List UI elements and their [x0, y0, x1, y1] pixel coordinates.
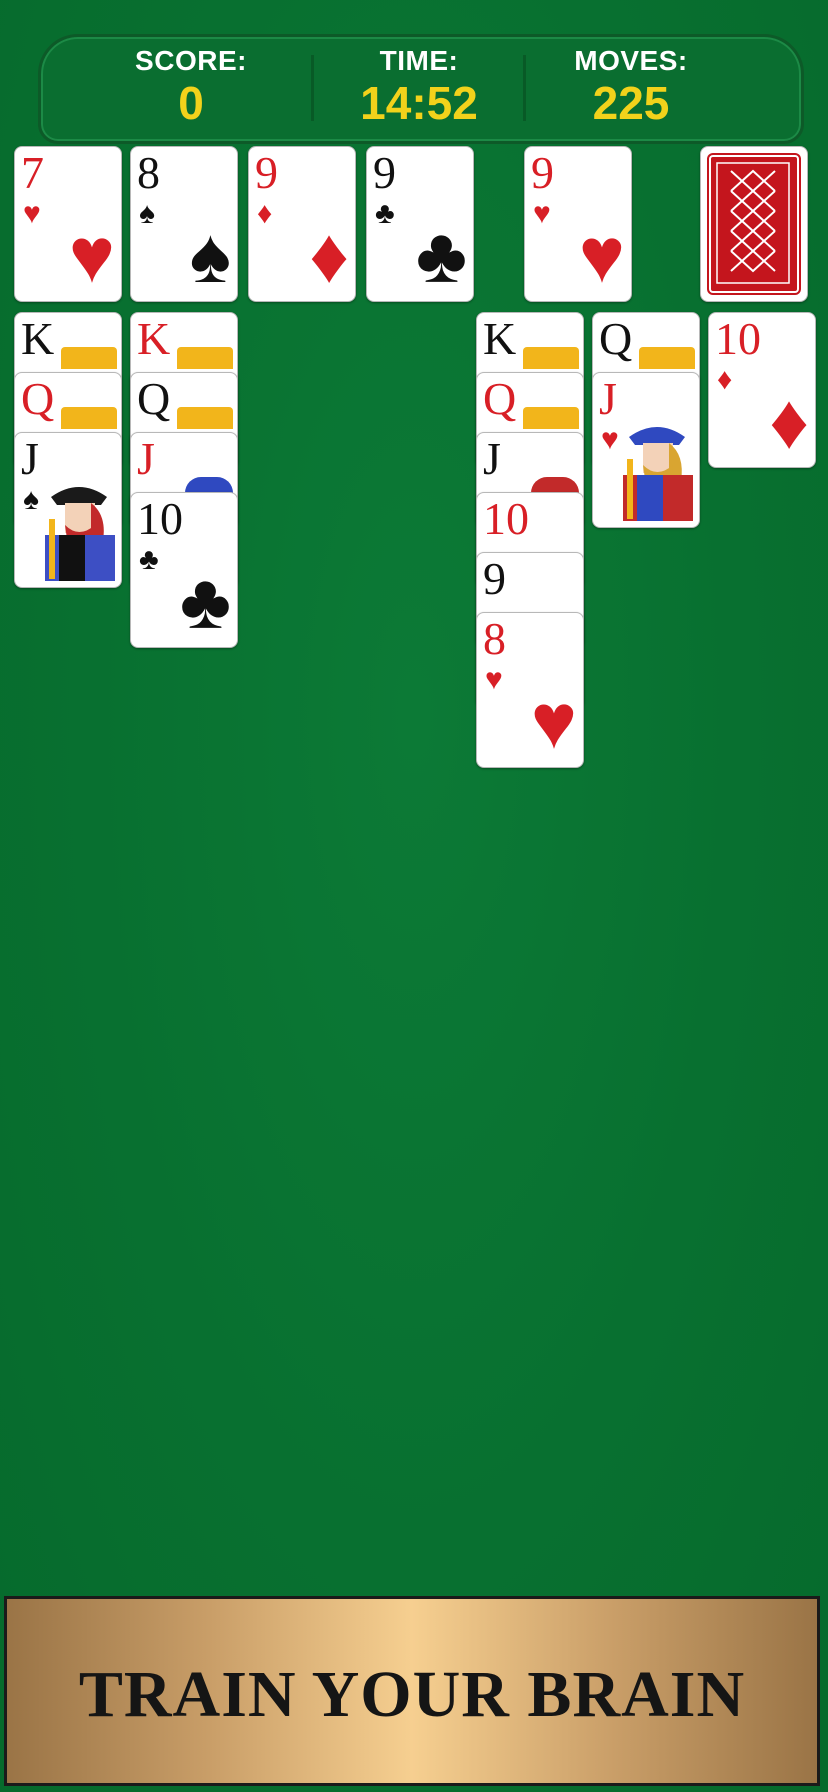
crown-icon [523, 407, 579, 429]
crown-icon [177, 347, 233, 369]
card-rank: K [483, 313, 517, 364]
tableau-card[interactable]: 10 ♦ ♦ [708, 312, 816, 468]
heart-icon: ♥ [68, 211, 115, 299]
moves-block: MOVES: 225 [521, 45, 741, 129]
foundation-card[interactable]: 7 ♥ ♥ [14, 146, 122, 302]
score-panel: SCORE: 0 TIME: 14:52 MOVES: 225 [38, 34, 804, 144]
card-rank: Q [21, 373, 55, 424]
tableau-card[interactable]: J ♥ [592, 372, 700, 528]
card-rank: 9 [373, 147, 396, 198]
card-rank: 9 [531, 147, 554, 198]
card-rank: J [21, 433, 39, 484]
crown-icon [61, 407, 117, 429]
card-rank: J [599, 373, 617, 424]
club-icon: ♣ [139, 543, 159, 576]
tableau-card[interactable]: J ♠ [14, 432, 122, 588]
card-rank: 10 [137, 493, 183, 544]
jack-portrait-icon [623, 427, 693, 521]
stock-pile[interactable] [700, 146, 808, 302]
banner-title: TRAIN YOUR BRAIN [78, 1658, 746, 1731]
heart-icon: ♥ [23, 197, 41, 230]
card-rank: 10 [715, 313, 761, 364]
crown-icon [61, 347, 117, 369]
card-rank: Q [137, 373, 171, 424]
score-value: 0 [178, 77, 204, 129]
foundation-card[interactable]: 8 ♠ ♠ [130, 146, 238, 302]
score-label: SCORE: [135, 45, 247, 76]
waste-card[interactable]: 9 ♥ ♥ [524, 146, 632, 302]
jack-hat-icon [531, 477, 579, 493]
heart-icon: ♥ [533, 197, 551, 230]
spade-icon: ♠ [139, 197, 155, 230]
time-label: TIME: [379, 45, 459, 76]
crown-icon [523, 347, 579, 369]
crown-icon [639, 347, 695, 369]
card-rank: 8 [483, 613, 506, 664]
moves-value: 225 [592, 77, 670, 129]
card-rank: J [483, 433, 501, 484]
heart-icon: ♥ [485, 663, 503, 696]
spade-icon: ♠ [23, 483, 39, 516]
tableau-card[interactable]: 10 ♣ ♣ [130, 492, 238, 648]
card-rank: 9 [255, 147, 278, 198]
moves-label: MOVES: [574, 45, 688, 76]
time-value: 14:52 [360, 77, 478, 129]
card-rank: Q [483, 373, 517, 424]
heart-icon: ♥ [578, 211, 625, 299]
diamond-icon: ♦ [309, 211, 349, 299]
card-rank: Q [599, 313, 633, 364]
card-rank: 10 [483, 493, 529, 544]
diamond-icon: ♦ [769, 377, 809, 465]
heart-icon: ♥ [601, 423, 619, 456]
card-rank: K [21, 313, 55, 364]
club-icon: ♣ [375, 197, 395, 230]
promo-banner: TRAIN YOUR BRAIN [4, 1596, 820, 1786]
club-icon: ♣ [179, 557, 231, 645]
tableau-card[interactable]: 8 ♥ ♥ [476, 612, 584, 768]
diamond-icon: ♦ [257, 197, 273, 230]
heart-icon: ♥ [530, 677, 577, 765]
foundation-card[interactable]: 9 ♣ ♣ [366, 146, 474, 302]
card-rank: J [137, 433, 155, 484]
jack-portrait-icon [45, 487, 115, 581]
spade-icon: ♠ [189, 211, 231, 299]
score-block: SCORE: 0 [81, 45, 301, 129]
card-rank: 8 [137, 147, 160, 198]
time-block: TIME: 14:52 [309, 45, 529, 129]
card-rank: 7 [21, 147, 44, 198]
card-rank: K [137, 313, 171, 364]
card-back-icon [709, 155, 799, 293]
club-icon: ♣ [415, 211, 467, 299]
foundation-card[interactable]: 9 ♦ ♦ [248, 146, 356, 302]
diamond-icon: ♦ [717, 363, 733, 396]
crown-icon [177, 407, 233, 429]
jack-hat-icon [185, 477, 233, 493]
card-rank: 9 [483, 553, 506, 604]
